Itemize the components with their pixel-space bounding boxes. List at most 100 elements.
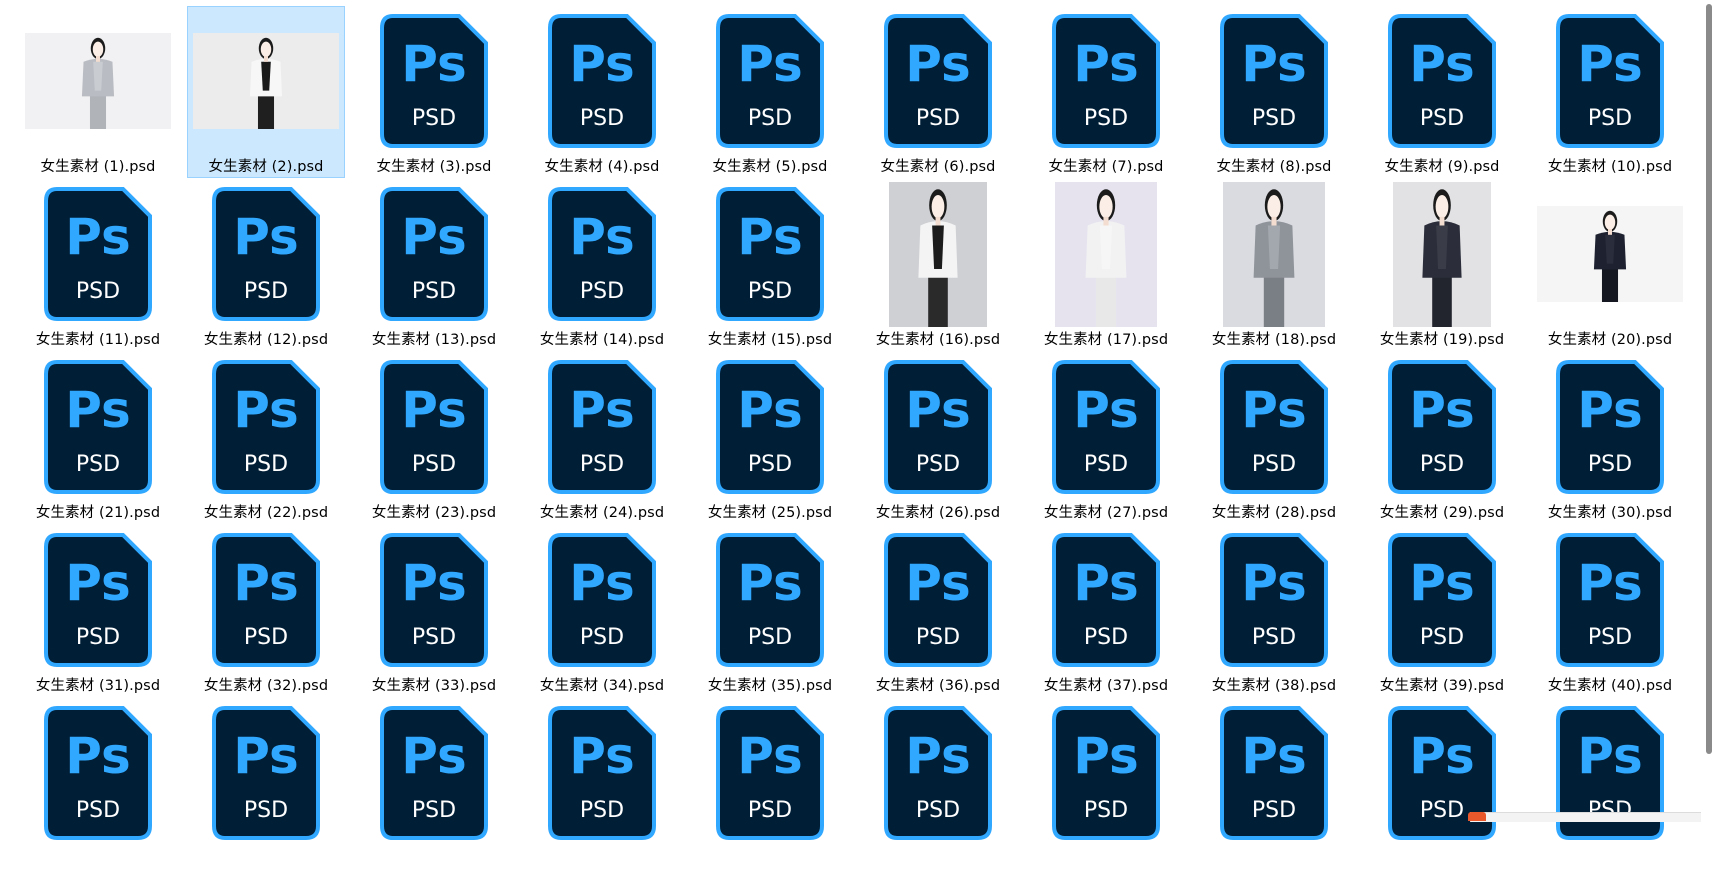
file-item[interactable]: 女生素材 (2).psd xyxy=(187,6,345,178)
ps-glyph: Ps xyxy=(1409,35,1475,93)
file-thumbnail: Ps PSD xyxy=(20,180,176,328)
file-name-label: 女生素材 (17).psd xyxy=(1043,332,1169,348)
file-item[interactable]: Ps PSD 女生素材 (14).psd xyxy=(523,179,681,351)
file-thumbnail: Ps PSD xyxy=(20,526,176,674)
vertical-scrollbar[interactable] xyxy=(1700,0,1720,821)
file-item[interactable]: Ps PSD 女生素材 (27).psd xyxy=(1027,352,1185,524)
file-item[interactable]: Ps PSD 女生素材 (8).psd xyxy=(1195,6,1353,178)
ps-glyph: Ps xyxy=(737,35,803,93)
ps-glyph: Ps xyxy=(401,35,467,93)
file-name-label: 女生素材 (12).psd xyxy=(203,332,329,348)
psd-type-label: PSD xyxy=(1420,452,1464,477)
file-item[interactable]: Ps PSD 女生素材 (35).psd xyxy=(691,525,849,697)
ps-file-icon: Ps PSD xyxy=(884,360,992,494)
file-thumbnail: Ps PSD xyxy=(692,699,848,847)
file-thumbnail: Ps PSD xyxy=(356,180,512,328)
ps-file-icon: Ps PSD xyxy=(884,14,992,148)
file-item[interactable]: Ps PSD xyxy=(859,698,1017,870)
file-item[interactable]: Ps PSD 女生素材 (23).psd xyxy=(355,352,513,524)
file-item[interactable]: Ps PSD 女生素材 (26).psd xyxy=(859,352,1017,524)
file-item[interactable]: Ps PSD 女生素材 (13).psd xyxy=(355,179,513,351)
file-name-label: 女生素材 (4).psd xyxy=(544,159,660,175)
file-item[interactable]: 女生素材 (16).psd xyxy=(859,179,1017,351)
scrollbar-thumb[interactable] xyxy=(1706,4,1712,754)
file-item[interactable]: Ps PSD 女生素材 (32).psd xyxy=(187,525,345,697)
ps-glyph: Ps xyxy=(569,381,635,439)
file-item[interactable]: 女生素材 (19).psd xyxy=(1363,179,1521,351)
file-thumbnail: Ps PSD xyxy=(188,699,344,847)
file-name-label: 女生素材 (6).psd xyxy=(880,159,996,175)
file-name-label: 女生素材 (3).psd xyxy=(376,159,492,175)
file-item[interactable]: Ps PSD xyxy=(691,698,849,870)
psd-type-label: PSD xyxy=(1084,106,1128,131)
file-name-label: 女生素材 (23).psd xyxy=(371,505,497,521)
file-item[interactable]: Ps PSD 女生素材 (38).psd xyxy=(1195,525,1353,697)
file-item[interactable]: Ps PSD 女生素材 (21).psd xyxy=(19,352,177,524)
portrait-photo-thumbnail xyxy=(1537,206,1683,302)
file-name-label: 女生素材 (29).psd xyxy=(1379,505,1505,521)
psd-type-label: PSD xyxy=(580,279,624,304)
file-item[interactable]: Ps PSD 女生素材 (37).psd xyxy=(1027,525,1185,697)
file-item[interactable]: Ps PSD 女生素材 (29).psd xyxy=(1363,352,1521,524)
psd-type-label: PSD xyxy=(916,798,960,823)
ps-file-icon: Ps PSD xyxy=(884,533,992,667)
file-item[interactable]: 女生素材 (17).psd xyxy=(1027,179,1185,351)
file-item[interactable]: 女生素材 (18).psd xyxy=(1195,179,1353,351)
psd-type-label: PSD xyxy=(76,625,120,650)
file-item[interactable]: Ps PSD xyxy=(1531,698,1689,870)
file-item[interactable]: Ps PSD 女生素材 (24).psd xyxy=(523,352,681,524)
ps-glyph: Ps xyxy=(233,208,299,266)
file-item[interactable]: Ps PSD xyxy=(1363,698,1521,870)
file-item[interactable]: Ps PSD 女生素材 (33).psd xyxy=(355,525,513,697)
file-item[interactable]: Ps PSD 女生素材 (34).psd xyxy=(523,525,681,697)
psd-type-label: PSD xyxy=(1252,106,1296,131)
ps-file-icon: Ps PSD xyxy=(1556,14,1664,148)
ps-glyph: Ps xyxy=(737,727,803,785)
file-item[interactable]: Ps PSD 女生素材 (12).psd xyxy=(187,179,345,351)
file-item[interactable]: Ps PSD 女生素材 (28).psd xyxy=(1195,352,1353,524)
file-item[interactable]: Ps PSD 女生素材 (36).psd xyxy=(859,525,1017,697)
file-item[interactable]: Ps PSD 女生素材 (3).psd xyxy=(355,6,513,178)
file-item[interactable]: Ps PSD 女生素材 (9).psd xyxy=(1363,6,1521,178)
file-item[interactable]: Ps PSD xyxy=(523,698,681,870)
ps-glyph: Ps xyxy=(1409,381,1475,439)
file-thumbnail: Ps PSD xyxy=(1364,7,1520,155)
psd-type-label: PSD xyxy=(916,106,960,131)
file-item[interactable]: Ps PSD xyxy=(1027,698,1185,870)
psd-type-label: PSD xyxy=(1084,452,1128,477)
file-item[interactable]: Ps PSD 女生素材 (31).psd xyxy=(19,525,177,697)
file-item[interactable]: Ps PSD 女生素材 (7).psd xyxy=(1027,6,1185,178)
psd-type-label: PSD xyxy=(244,279,288,304)
file-item[interactable]: Ps PSD 女生素材 (11).psd xyxy=(19,179,177,351)
file-item[interactable]: Ps PSD xyxy=(355,698,513,870)
ps-glyph: Ps xyxy=(401,554,467,612)
file-name-label: 女生素材 (31).psd xyxy=(35,678,161,694)
file-item[interactable]: Ps PSD 女生素材 (30).psd xyxy=(1531,352,1689,524)
ps-glyph: Ps xyxy=(905,554,971,612)
file-item[interactable]: Ps PSD 女生素材 (6).psd xyxy=(859,6,1017,178)
file-name-label: 女生素材 (11).psd xyxy=(35,332,161,348)
ps-glyph: Ps xyxy=(1409,727,1475,785)
file-item[interactable]: Ps PSD 女生素材 (15).psd xyxy=(691,179,849,351)
psd-type-label: PSD xyxy=(412,798,456,823)
file-item[interactable]: Ps PSD 女生素材 (10).psd xyxy=(1531,6,1689,178)
file-thumbnail: Ps PSD xyxy=(1364,699,1520,847)
file-item[interactable]: Ps PSD 女生素材 (4).psd xyxy=(523,6,681,178)
file-name-label: 女生素材 (2).psd xyxy=(208,159,324,175)
file-item[interactable]: Ps PSD 女生素材 (39).psd xyxy=(1363,525,1521,697)
file-thumbnail: Ps PSD xyxy=(860,699,1016,847)
file-item[interactable]: Ps PSD xyxy=(187,698,345,870)
file-item[interactable]: Ps PSD xyxy=(19,698,177,870)
ps-glyph: Ps xyxy=(1073,381,1139,439)
file-item[interactable]: Ps PSD 女生素材 (22).psd xyxy=(187,352,345,524)
file-item[interactable]: Ps PSD xyxy=(1195,698,1353,870)
file-item[interactable]: Ps PSD 女生素材 (25).psd xyxy=(691,352,849,524)
file-item[interactable]: 女生素材 (20).psd xyxy=(1531,179,1689,351)
ps-file-icon: Ps PSD xyxy=(1220,360,1328,494)
file-name-label: 女生素材 (33).psd xyxy=(371,678,497,694)
ps-file-icon: Ps PSD xyxy=(380,533,488,667)
ps-glyph: Ps xyxy=(401,208,467,266)
file-item[interactable]: Ps PSD 女生素材 (40).psd xyxy=(1531,525,1689,697)
file-item[interactable]: 女生素材 (1).psd xyxy=(19,6,177,178)
file-item[interactable]: Ps PSD 女生素材 (5).psd xyxy=(691,6,849,178)
